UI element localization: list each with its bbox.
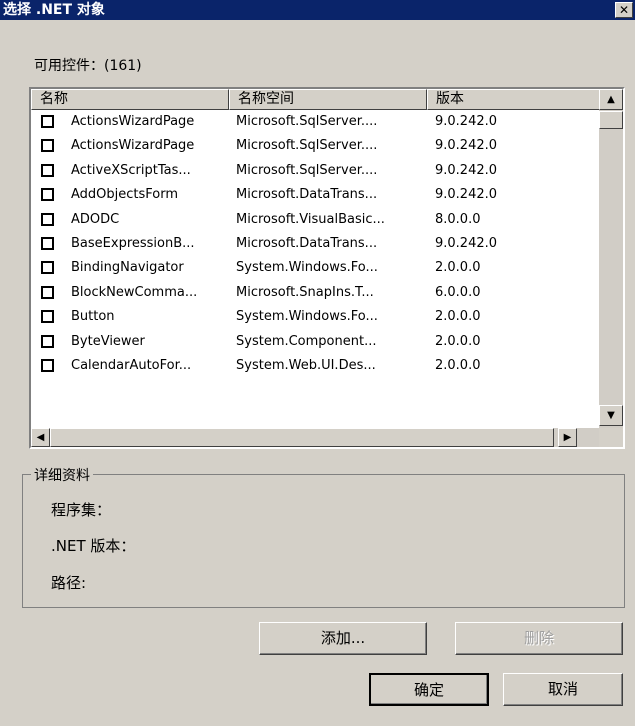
list-row[interactable]: Button System.Windows.Fo... 2.0.0.0 xyxy=(31,305,601,329)
control-name: ADODC xyxy=(71,211,120,227)
row-checkbox[interactable] xyxy=(41,334,54,348)
control-namespace: Microsoft.DataTrans... xyxy=(236,187,378,203)
control-version: 9.0.242.0 xyxy=(435,114,498,129)
scroll-up-button[interactable]: ▲ xyxy=(599,89,623,110)
controls-list[interactable]: 名称 名称空间 版本 ActionsWizardPage Microsoft.Sq… xyxy=(29,87,625,449)
list-row[interactable]: ActionsWizardPage Microsoft.SqlServer....… xyxy=(31,110,601,134)
row-checkbox[interactable] xyxy=(41,237,54,250)
horizontal-scrollbar[interactable]: ◀ ▶ xyxy=(31,428,601,447)
row-checkbox[interactable] xyxy=(41,139,54,153)
list-row[interactable]: ActionsWizardPage Microsoft.SqlServer....… xyxy=(31,134,601,158)
list-row[interactable]: CalendarAutoFor... System.Web.UI.Des... 2.… xyxy=(31,354,601,378)
control-namespace: Microsoft.SqlServer.... xyxy=(236,138,378,154)
row-checkbox[interactable] xyxy=(41,188,54,202)
control-namespace: Microsoft.VisualBasic... xyxy=(236,211,385,227)
control-namespace: System.Windows.Fo... xyxy=(236,309,378,325)
control-name: Button xyxy=(71,309,115,325)
window-title: 选择 .NET 对象 xyxy=(3,2,105,18)
hscroll-thumb[interactable] xyxy=(50,428,554,447)
control-name: BaseExpressionB... xyxy=(71,236,195,251)
control-version: 9.0.242.0 xyxy=(435,236,498,251)
scroll-left-button[interactable]: ◀ xyxy=(31,428,50,447)
control-name: AddObjectsForm xyxy=(71,187,179,203)
control-version: 2.0.0.0 xyxy=(435,333,481,349)
list-row[interactable]: AddObjectsForm Microsoft.DataTrans... 9.0.… xyxy=(31,183,601,207)
column-header-version[interactable]: 版本 xyxy=(427,89,601,110)
row-checkbox[interactable] xyxy=(41,261,54,275)
cancel-button[interactable]: 取消 xyxy=(503,673,623,706)
column-header-name[interactable]: 名称 xyxy=(31,89,229,110)
row-checkbox[interactable] xyxy=(41,310,54,324)
scroll-thumb[interactable] xyxy=(599,111,623,129)
list-row[interactable]: BaseExpressionB... Microsoft.DataTrans...… xyxy=(31,232,601,256)
control-name: ActionsWizardPage xyxy=(71,114,195,129)
control-version: 2.0.0.0 xyxy=(435,358,481,373)
control-name: CalendarAutoFor... xyxy=(71,358,192,373)
details-group-label: 详细资料 xyxy=(31,465,93,485)
control-namespace: System.Web.UI.Des... xyxy=(236,358,376,373)
add-button[interactable]: 添加... xyxy=(259,622,427,655)
control-namespace: Microsoft.SnapIns.T... xyxy=(236,284,374,300)
row-checkbox[interactable] xyxy=(41,359,54,372)
net-version-label: .NET 版本： xyxy=(51,537,136,555)
row-checkbox[interactable] xyxy=(41,285,54,299)
title-bar: 选择 .NET 对象 ✕ xyxy=(0,0,635,20)
assembly-label: 程序集： xyxy=(51,501,112,519)
list-row[interactable]: ActiveXScriptTas... Microsoft.SqlServer..… xyxy=(31,159,601,183)
control-namespace: System.Component... xyxy=(236,333,377,349)
scroll-right-button[interactable]: ▶ xyxy=(558,428,577,447)
control-namespace: Microsoft.SqlServer.... xyxy=(236,162,378,178)
details-group: 详细资料 程序集： .NET 版本： 路径: xyxy=(22,465,625,608)
control-version: 9.0.242.0 xyxy=(435,187,498,203)
control-name: BindingNavigator xyxy=(71,260,184,276)
control-version: 2.0.0.0 xyxy=(435,260,481,276)
path-label: 路径: xyxy=(51,574,87,592)
available-controls-count: 可用控件：(161) xyxy=(34,58,142,74)
list-row[interactable]: BlockNewComma... Microsoft.SnapIns.T... 6.… xyxy=(31,281,601,305)
row-checkbox[interactable] xyxy=(41,115,54,128)
column-header-namespace[interactable]: 名称空间 xyxy=(229,89,427,110)
control-name: ByteViewer xyxy=(71,333,145,349)
control-namespace: Microsoft.SqlServer.... xyxy=(236,114,378,129)
scroll-corner xyxy=(599,428,623,447)
control-name: BlockNewComma... xyxy=(71,284,198,300)
control-version: 2.0.0.0 xyxy=(435,309,481,325)
control-namespace: Microsoft.DataTrans... xyxy=(236,236,378,251)
control-version: 6.0.0.0 xyxy=(435,284,481,300)
control-version: 9.0.242.0 xyxy=(435,138,498,154)
list-row[interactable]: ByteViewer System.Component... 2.0.0.0 xyxy=(31,330,601,354)
ok-button[interactable]: 确定 xyxy=(369,673,489,706)
row-checkbox[interactable] xyxy=(41,212,54,226)
remove-button[interactable]: 删除 xyxy=(455,622,623,655)
list-rows: ActionsWizardPage Microsoft.SqlServer....… xyxy=(31,110,601,428)
control-name: ActionsWizardPage xyxy=(71,138,195,154)
list-row[interactable]: BindingNavigator System.Windows.Fo... 2.0.… xyxy=(31,256,601,280)
control-version: 8.0.0.0 xyxy=(435,211,481,227)
control-namespace: System.Windows.Fo... xyxy=(236,260,378,276)
vertical-scrollbar[interactable]: ▲ ▼ xyxy=(599,89,623,428)
row-checkbox[interactable] xyxy=(41,163,54,177)
close-button[interactable]: ✕ xyxy=(615,2,633,18)
list-row[interactable]: ADODC Microsoft.VisualBasic... 8.0.0.0 xyxy=(31,208,601,232)
control-name: ActiveXScriptTas... xyxy=(71,162,191,178)
scroll-down-button[interactable]: ▼ xyxy=(599,405,623,426)
control-version: 9.0.242.0 xyxy=(435,162,498,178)
